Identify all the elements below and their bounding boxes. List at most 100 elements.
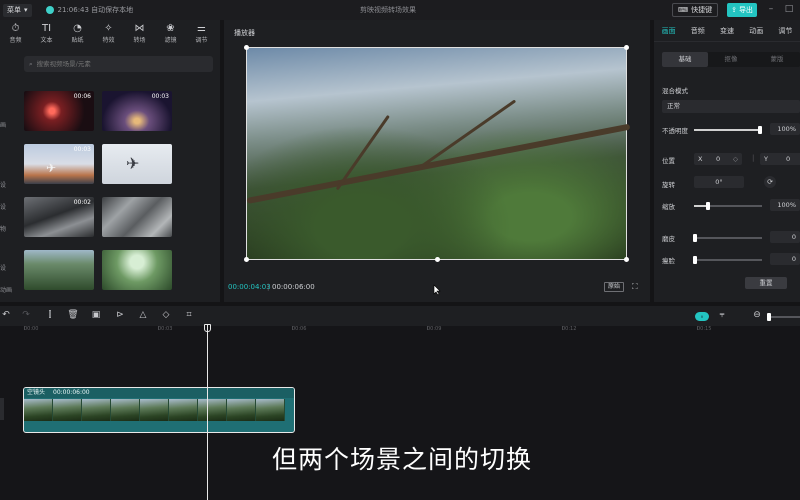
zoom-slider-knob[interactable] xyxy=(767,313,771,321)
resize-handle[interactable] xyxy=(624,45,629,50)
search-input[interactable] xyxy=(36,60,197,68)
tab-adjust[interactable]: 调节 xyxy=(771,26,800,36)
play-reverse-icon[interactable]: ⊳ xyxy=(114,310,126,320)
tool-effects[interactable]: ✧ 特效 xyxy=(93,20,124,46)
rotate-icon[interactable]: ⟳ xyxy=(764,176,776,188)
clip-frame xyxy=(198,399,227,421)
category-item[interactable]: 设 xyxy=(0,263,6,272)
redo-icon[interactable]: ↷ xyxy=(20,310,32,320)
maximize-icon[interactable]: □ xyxy=(783,3,795,15)
thin-value[interactable]: 0 xyxy=(770,253,800,265)
rotate-icon[interactable]: ◇ xyxy=(160,310,172,320)
resize-handle[interactable] xyxy=(244,45,249,50)
crop-icon[interactable]: ⌗ xyxy=(183,310,195,320)
tool-audio[interactable]: ⏱ 音频 xyxy=(0,20,31,46)
search-box[interactable]: ⌕ xyxy=(24,56,213,72)
tool-label: 贴纸 xyxy=(71,36,84,44)
tool-transition[interactable]: ⋈ 转场 xyxy=(124,20,155,46)
media-thumbnail[interactable] xyxy=(102,197,172,237)
media-thumbnail[interactable]: 00:06 xyxy=(24,91,94,131)
media-thumbnail[interactable]: 00:03 ✈ xyxy=(24,144,94,184)
undo-icon[interactable]: ↶ xyxy=(0,310,12,320)
position-x-field[interactable]: X 0 ◇ xyxy=(694,153,742,165)
fullscreen-icon[interactable]: ⛶ xyxy=(632,282,638,292)
rotation-field[interactable]: 0° xyxy=(694,176,744,188)
sticker-icon: ◔ xyxy=(73,22,82,34)
resize-handle[interactable] xyxy=(244,257,249,262)
subtab-mask[interactable]: 蒙版 xyxy=(754,52,800,67)
position-y-field[interactable]: Y 0 xyxy=(760,153,800,165)
scale-slider[interactable] xyxy=(694,202,762,210)
tab-animation[interactable]: 动画 xyxy=(742,26,771,36)
category-item[interactable]: 画 xyxy=(0,120,6,129)
scale-value[interactable]: 100% xyxy=(770,199,800,211)
media-thumbnail[interactable]: 00:03 xyxy=(102,91,172,131)
sub-tabs: 基础 抠像 蒙版 xyxy=(662,52,800,67)
media-thumbnail[interactable]: 00:02 xyxy=(24,197,94,237)
player-title: 播放器 xyxy=(234,29,255,37)
keyboard-icon: ⌨ xyxy=(678,6,689,14)
tool-text[interactable]: TI 文本 xyxy=(31,20,62,46)
clip-header: 空镜头 00:00:06:00 xyxy=(24,388,294,398)
zoom-slider[interactable] xyxy=(767,313,800,321)
category-item[interactable]: 动画 xyxy=(0,285,12,294)
media-thumbnail[interactable] xyxy=(24,250,94,290)
zoom-out-icon[interactable]: ⊖ xyxy=(751,310,763,320)
tab-audio[interactable]: 音频 xyxy=(683,26,712,36)
sharpen-slider-knob[interactable] xyxy=(693,234,697,242)
reset-button[interactable]: 重置 xyxy=(745,277,787,289)
sharpen-value[interactable]: 0 xyxy=(770,231,800,243)
media-thumbnail[interactable]: ✈ xyxy=(102,144,172,184)
export-button[interactable]: ⇪ 导出 xyxy=(727,3,757,17)
delete-icon[interactable]: 🗑 xyxy=(67,310,79,320)
tool-label: 调节 xyxy=(195,36,208,44)
category-item[interactable]: 设 xyxy=(0,202,6,211)
thin-slider-knob[interactable] xyxy=(693,256,697,264)
blend-mode-select[interactable]: 正常 xyxy=(662,100,800,113)
resize-handle[interactable] xyxy=(435,257,440,262)
tab-speed[interactable]: 变速 xyxy=(712,26,741,36)
opacity-value[interactable]: 100% xyxy=(770,123,800,135)
opacity-slider[interactable] xyxy=(694,126,762,134)
ruler-tick: 00:12 xyxy=(562,326,577,332)
video-preview[interactable] xyxy=(244,45,631,262)
media-thumbnail[interactable] xyxy=(102,250,172,290)
link-icon[interactable]: ⫧ xyxy=(716,310,728,320)
sharpen-slider[interactable] xyxy=(693,234,762,242)
minimize-icon[interactable]: – xyxy=(765,3,777,15)
freeze-icon[interactable]: ▣ xyxy=(90,310,102,320)
player-panel: 播放器 00:00:04:03 | 00:00:06:00 原始 ⛶ xyxy=(224,20,650,302)
total-time: 00:00:06:00 xyxy=(272,283,315,291)
playhead[interactable] xyxy=(207,325,208,500)
rotation-label: 旋转 xyxy=(662,181,675,189)
scale-slider-knob[interactable] xyxy=(706,202,710,210)
stepper-icon[interactable]: ◇ xyxy=(733,153,738,165)
magnet-icon[interactable]: ∩ xyxy=(695,312,709,321)
category-item[interactable]: 设 xyxy=(0,180,6,189)
tool-filter[interactable]: ❀ 滤镜 xyxy=(155,20,186,46)
subtab-cutout[interactable]: 抠像 xyxy=(708,52,754,67)
category-item[interactable]: 物 xyxy=(0,224,6,233)
opacity-slider-knob[interactable] xyxy=(758,126,762,134)
video-clip[interactable]: 空镜头 00:00:06:00 xyxy=(23,387,295,433)
cloud-icon xyxy=(45,6,54,14)
current-time: 00:00:04:03 xyxy=(228,283,271,291)
shortcut-button[interactable]: ⌨ 快捷键 xyxy=(672,3,719,17)
tab-picture[interactable]: 画面 xyxy=(654,26,683,36)
thin-slider[interactable] xyxy=(693,256,762,264)
rotation-value: 0° xyxy=(715,178,723,186)
tool-label: 音频 xyxy=(9,36,22,44)
track-lock-icon[interactable] xyxy=(0,398,4,420)
media-panel: ⏱ 音频 TI 文本 ◔ 贴纸 ✧ 特效 ⋈ 转场 ❀ 滤镜 ⚌ 调节 画 设 设 物 设 动画 ⌕ 00… xyxy=(0,20,220,302)
mirror-icon[interactable]: △ xyxy=(137,310,149,320)
subtab-basic[interactable]: 基础 xyxy=(662,52,708,67)
menu-button[interactable]: 菜单 ▾ xyxy=(3,3,32,17)
editor-window: 菜单 ▾ 21:06:43 自动保存本地 剪映视频转场效果 ⌨ 快捷键 ⇪ 导出… xyxy=(0,0,800,500)
tool-sticker[interactable]: ◔ 贴纸 xyxy=(62,20,93,46)
ruler-tick: 00:03 xyxy=(158,326,173,332)
time-ruler[interactable]: 00:00 00:03 00:06 00:09 00:12 00:15 xyxy=(0,326,800,335)
tool-adjust[interactable]: ⚌ 调节 xyxy=(186,20,217,46)
original-ratio-button[interactable]: 原始 xyxy=(604,282,625,292)
resize-handle[interactable] xyxy=(624,257,629,262)
split-icon[interactable]: ⫿ xyxy=(44,310,56,320)
